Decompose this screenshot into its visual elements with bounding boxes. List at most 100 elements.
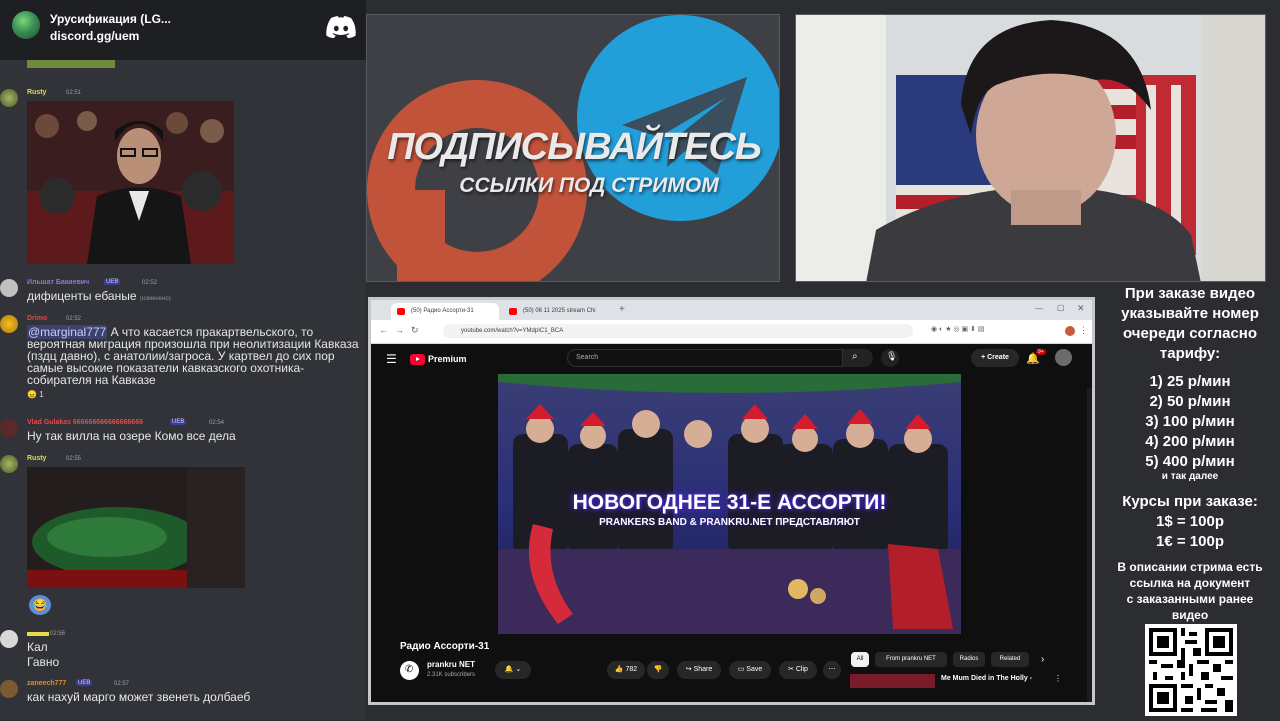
timestamp: 02:52 [66, 316, 82, 322]
subscribed-bell-button[interactable]: 🔔 ⌄ [495, 661, 531, 679]
avatar [0, 419, 18, 437]
like-button[interactable]: 👍 782 [607, 661, 645, 679]
discord-icon [326, 16, 356, 38]
tab-title: (50) 06 11 2025 stream Chi [523, 308, 596, 314]
avatar [0, 315, 18, 333]
forward-icon[interactable]: → [395, 325, 404, 335]
emoji-icon: 😠 [27, 390, 37, 399]
reaction[interactable]: 😠 1 [27, 390, 44, 399]
audience-photo [27, 101, 234, 264]
doc-note-line: ссылка на документ [1129, 576, 1251, 590]
timestamp: 02:57 [114, 681, 130, 687]
close-window-icon[interactable]: ✕ [1077, 303, 1085, 314]
create-label: Create [987, 354, 1009, 361]
back-icon[interactable]: ← [379, 325, 388, 335]
tariff-etc: и так далее [1161, 471, 1219, 482]
promo-subtitle: ССЫЛКИ ПОД СТРИМОМ [459, 174, 719, 197]
chat-header: Урусификация (LG... discord.gg/uem [0, 0, 366, 60]
chip-related[interactable]: Related [991, 652, 1029, 667]
youtube-premium-label: Premium [428, 354, 467, 364]
timestamp: 02:51 [66, 90, 82, 96]
message-text: Гавно [27, 655, 60, 669]
subscriber-count: 2.31K subscribers [427, 672, 476, 678]
timestamp: 02:54 [209, 420, 225, 426]
rates-title: Курсы при заказе: [1122, 493, 1258, 510]
more-options-icon[interactable]: ⋮ [1054, 674, 1062, 683]
voice-search-button[interactable]: 🎙 [881, 349, 899, 367]
timestamp: 02:56 [50, 631, 66, 637]
video-player[interactable]: НОВОГОДНЕЕ 31-Е АССОРТИ! PRANKERS BAND &… [498, 374, 961, 634]
account-avatar[interactable] [1055, 349, 1072, 366]
save-button[interactable]: ▭ Save [729, 661, 771, 679]
notification-count-badge: 9+ [1036, 349, 1046, 355]
youtube-page: ☰ Premium Search ⌕ 🎙 + Create 🔔 9+ НОВОГ… [371, 344, 1092, 702]
create-button[interactable]: + Create [971, 349, 1019, 367]
chevron-right-icon[interactable]: › [1041, 654, 1044, 665]
thumbnail-subtitle: PRANKERS BAND & PRANKRU.NET ПРЕДСТАВЛЯЮТ [599, 517, 860, 528]
youtube-favicon-icon [509, 308, 517, 315]
search-icon: ⌕ [852, 351, 858, 362]
username: zaneech777 [27, 680, 67, 687]
webcam-feed [795, 14, 1266, 282]
related-video-thumbnail[interactable] [850, 674, 935, 688]
related-video-title[interactable]: Me Mum Died in The Holly - [941, 675, 1032, 682]
maximize-icon[interactable]: ▢ [1057, 303, 1065, 312]
tariff-line: 2) 50 р/мин [1149, 393, 1231, 410]
subscribe-promo-panel: ПОДПИСЫВАЙТЕСЬ ССЫЛКИ ПОД СТРИМОМ [366, 14, 780, 282]
chip-from-channel[interactable]: From prankru NET [875, 652, 947, 667]
server-icon [12, 11, 40, 39]
clip-button[interactable]: ✂ Clip [779, 661, 817, 679]
more-actions-button[interactable]: ⋯ [823, 661, 841, 679]
tab-title: (50) Радио Ассорти-31 [411, 308, 474, 314]
profile-icon[interactable] [1065, 326, 1075, 336]
menu-dots-icon[interactable]: ⋮ [1079, 325, 1088, 336]
new-tab-icon[interactable]: + [619, 304, 625, 315]
clip-label: Clip [795, 666, 808, 673]
address-bar: ← → ↻ youtube.com/watch?v=YMdpIC1_BCA ◉ … [371, 320, 1092, 344]
tariff-line: 5) 400 р/мин [1145, 453, 1235, 470]
tariff-line: 1) 25 р/мин [1149, 373, 1231, 390]
search-button[interactable]: ⌕ [843, 349, 873, 367]
chip-all[interactable]: All [851, 652, 869, 667]
username-flag-icon [27, 632, 49, 636]
discord-chat-overlay: Урусификация (LG... discord.gg/uem Rusty… [0, 0, 366, 720]
ueb-badge: UEB [76, 680, 93, 686]
username: Rusty [27, 89, 47, 96]
rate-line: 1€ = 100р [1156, 533, 1224, 550]
server-name: Урусификация (LG... [50, 12, 171, 26]
server-invite[interactable]: discord.gg/uem [50, 29, 139, 43]
browser-tab-active[interactable]: (50) Радио Ассорти-31 [391, 303, 499, 320]
intro-line: тарифу: [1159, 345, 1221, 362]
tariff-line: 4) 200 р/мин [1145, 433, 1235, 450]
page-scrollbar[interactable] [1087, 388, 1092, 702]
message-text: как нахуй марго может звенеть долбаеб [27, 690, 251, 704]
message-content: дифиценты ебаные [27, 289, 137, 303]
frog-photo [27, 467, 245, 588]
message-text: дифиценты ебаные (изменено) [27, 290, 361, 305]
youtube-logo-icon[interactable] [410, 354, 425, 365]
share-button[interactable]: ↪ Share [677, 661, 721, 679]
share-label: Share [693, 666, 713, 673]
search-input[interactable]: Search [567, 349, 843, 367]
browser-tab[interactable]: (50) 06 11 2025 stream Chi [503, 303, 611, 320]
reaction-count: 1 [39, 390, 44, 399]
channel-name[interactable]: prankru NET [427, 660, 475, 669]
message-text: Кал [27, 640, 48, 654]
reload-icon[interactable]: ↻ [411, 325, 419, 336]
dislike-button[interactable]: 👎 [647, 661, 669, 679]
timestamp: 02:52 [142, 280, 158, 286]
avatar [0, 680, 18, 698]
hamburger-menu-icon[interactable]: ☰ [386, 352, 397, 366]
avatar [0, 630, 18, 648]
minimize-icon[interactable]: — [1035, 304, 1043, 313]
qr-code-icon [1145, 624, 1237, 716]
youtube-favicon-icon [397, 308, 405, 315]
channel-avatar[interactable]: ✆ [400, 661, 419, 680]
extensions-icon[interactable]: ◉ ◐ ★ ◎ ▣ ⬇ ▤ [931, 325, 984, 333]
username: Rusty [27, 455, 47, 462]
username: Vlad Gulakas 666666666666666666 [27, 419, 143, 426]
chip-radios[interactable]: Radios [953, 652, 985, 667]
edited-label: (изменено) [139, 296, 171, 302]
username: Drimo [27, 315, 48, 322]
url-field[interactable]: youtube.com/watch?v=YMdpIC1_BCA [443, 324, 913, 338]
